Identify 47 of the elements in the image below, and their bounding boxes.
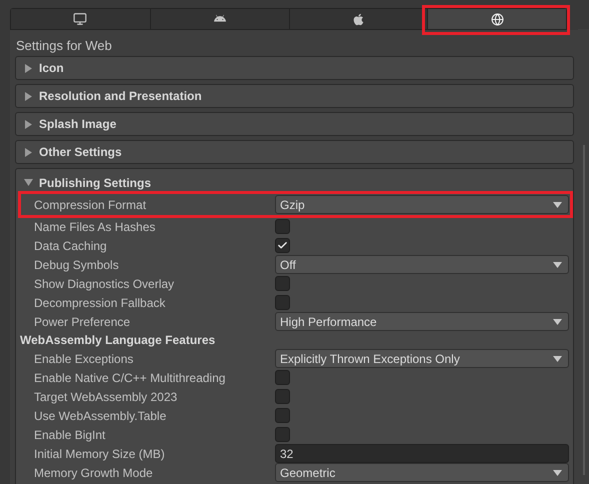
caret-icon: [553, 318, 562, 324]
checkbox[interactable]: [275, 408, 290, 423]
monitor-icon: [73, 12, 88, 26]
checkbox[interactable]: [275, 219, 290, 234]
platform-tab[interactable]: [290, 9, 428, 29]
field-label: Compression Format: [34, 198, 148, 212]
settings-title: Settings for Web: [15, 37, 113, 55]
caret-icon: [553, 262, 562, 268]
caret-icon: [553, 470, 562, 476]
field-label: Name Files As Hashes: [34, 220, 156, 234]
checkbox[interactable]: [275, 295, 290, 310]
field-label: Memory Growth Mode: [34, 466, 154, 480]
apple-icon: [352, 12, 365, 26]
field-label: Enable Native C/C++ Multithreading: [34, 370, 226, 384]
platform-tab[interactable]: [428, 9, 566, 29]
field-label: Use WebAssembly.Table: [34, 408, 168, 422]
field-label: Enable BigInt: [34, 428, 106, 442]
dropdown[interactable]: Off: [275, 255, 569, 274]
field-label: Data Caching: [34, 238, 108, 252]
dropdown[interactable]: Gzip: [275, 195, 569, 214]
checkbox[interactable]: [275, 238, 290, 253]
field-label: Target WebAssembly 2023: [34, 390, 178, 404]
platform-tab[interactable]: [11, 9, 150, 29]
checkbox[interactable]: [275, 427, 290, 442]
checkbox[interactable]: [275, 276, 290, 291]
field-label: Debug Symbols: [34, 258, 120, 272]
check-icon: [277, 240, 288, 251]
checkbox[interactable]: [275, 389, 290, 404]
field-label: Show Diagnostics Overlay: [34, 276, 176, 290]
foldout-header[interactable]: Other Settings: [15, 140, 574, 164]
section-title[interactable]: Publishing Settings: [39, 176, 152, 190]
globe-icon: [490, 12, 504, 26]
group-heading: WebAssembly Language Features: [19, 332, 216, 349]
number-field[interactable]: 32: [275, 444, 569, 463]
foldout-header[interactable]: Icon: [15, 56, 574, 80]
caret-icon: [553, 356, 562, 362]
dropdown[interactable]: High Performance: [275, 312, 569, 331]
checkbox[interactable]: [275, 370, 290, 385]
field-label: Decompression Fallback: [34, 296, 166, 310]
dropdown[interactable]: Geometric: [275, 463, 569, 482]
field-label: Power Preference: [34, 314, 132, 328]
field-label: Initial Memory Size (MB): [34, 446, 166, 460]
caret-icon: [553, 202, 562, 208]
foldout-header[interactable]: Splash Image: [15, 112, 574, 136]
field-label: Enable Exceptions: [34, 352, 134, 366]
dropdown[interactable]: Explicitly Thrown Exceptions Only: [275, 349, 569, 368]
foldout-header[interactable]: Resolution and Presentation: [15, 84, 574, 108]
